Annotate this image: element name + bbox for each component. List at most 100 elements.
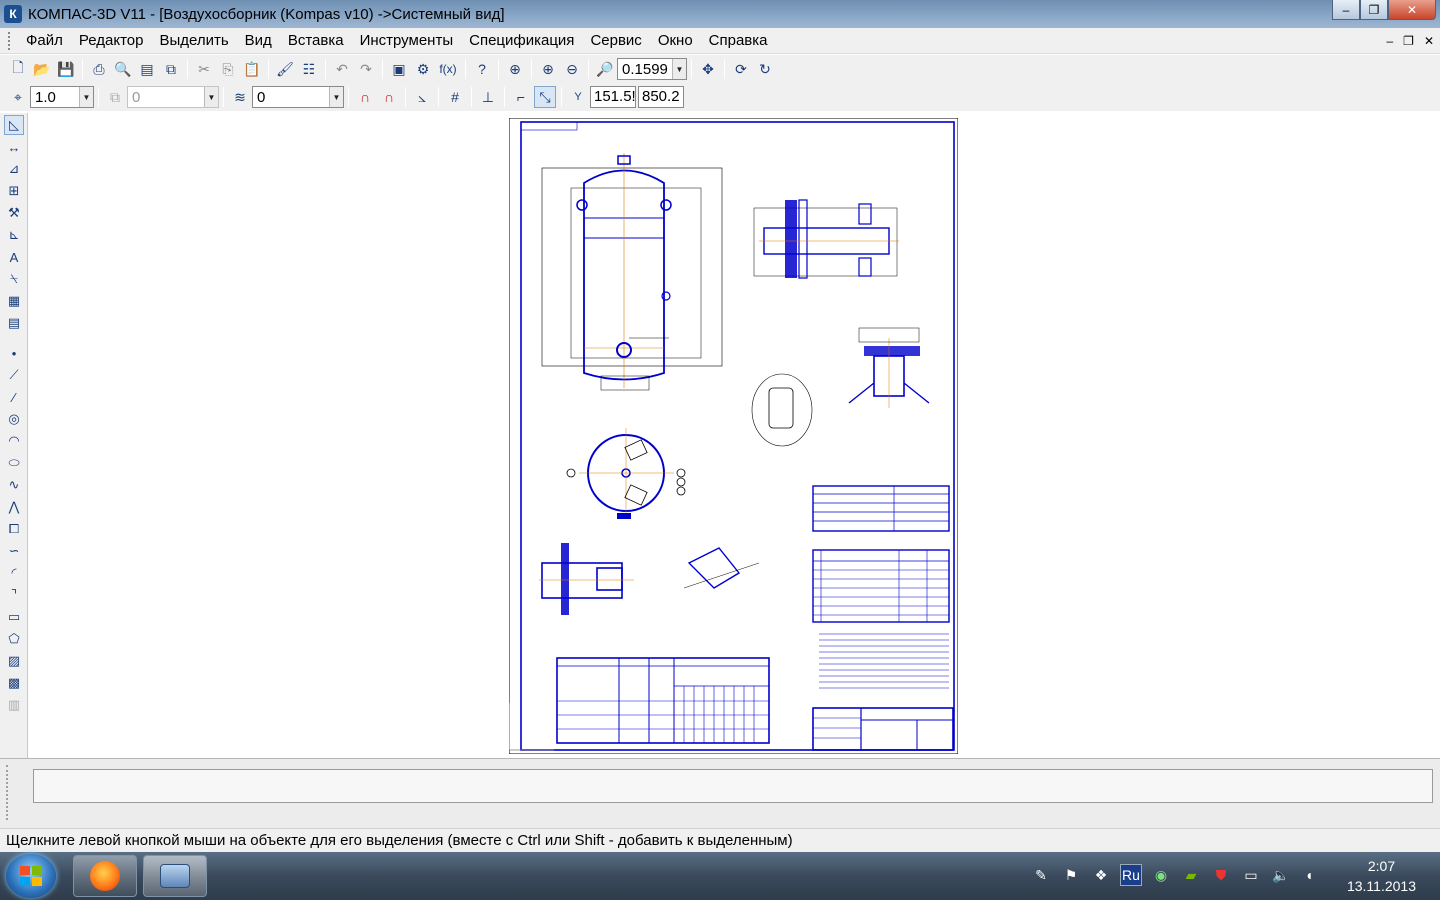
tray-pen-icon[interactable]: ✎ xyxy=(1030,864,1052,886)
collect-contour-icon[interactable]: ▥ xyxy=(4,695,24,715)
new-document-icon[interactable]: 🗋 xyxy=(7,58,29,80)
undo-icon[interactable]: ↶ xyxy=(331,58,353,80)
menu-file[interactable]: Файл xyxy=(18,32,71,49)
help-pointer-icon[interactable]: ? xyxy=(471,58,493,80)
manager-icon[interactable]: ▣ xyxy=(388,58,410,80)
export-icon[interactable]: ⧉ xyxy=(160,58,182,80)
chamfer-icon[interactable]: ⌝ xyxy=(4,585,24,605)
tray-network-icon[interactable]: ⚑ xyxy=(1060,864,1082,886)
edit-icon[interactable]: ⊞ xyxy=(4,181,24,201)
parametrization-icon[interactable]: ⚒ xyxy=(4,203,24,223)
close-button[interactable]: ✕ xyxy=(1388,0,1436,20)
select-icon[interactable]: A xyxy=(4,247,24,267)
drawing-canvas[interactable] xyxy=(29,113,1440,758)
step-combo[interactable]: 1.0 ▼ xyxy=(30,86,94,108)
hatch-icon[interactable]: ▨ xyxy=(4,651,24,671)
property-panel-field[interactable] xyxy=(33,769,1433,803)
auxiliary-line-icon[interactable]: ⟋ xyxy=(4,365,24,385)
local-snap-icon[interactable]: ∩ xyxy=(378,86,400,108)
cursor-step-icon[interactable]: ⌖ xyxy=(7,86,29,108)
menu-insert[interactable]: Вставка xyxy=(280,32,352,49)
menu-service[interactable]: Сервис xyxy=(582,32,649,49)
copy-icon[interactable]: ⎘ xyxy=(217,58,239,80)
preview-icon[interactable]: ▤ xyxy=(136,58,158,80)
menu-edit[interactable]: Редактор xyxy=(71,32,152,49)
tray-nvidia-icon[interactable]: ▰ xyxy=(1180,864,1202,886)
specification-icon[interactable]: ▦ xyxy=(4,291,24,311)
zoom-combo[interactable]: 0.1599 ▼ xyxy=(617,58,687,80)
chevron-down-icon[interactable]: ▼ xyxy=(79,87,93,107)
minimize-button[interactable]: – xyxy=(1332,0,1360,20)
tray-monitor-icon[interactable]: ▭ xyxy=(1240,864,1262,886)
symbols-icon[interactable]: ⊿ xyxy=(4,159,24,179)
maximize-button[interactable]: ❐ xyxy=(1360,0,1388,20)
dimensions-icon[interactable]: ↔ xyxy=(4,137,24,157)
pan-icon[interactable]: ✥ xyxy=(697,58,719,80)
menu-view[interactable]: Вид xyxy=(237,32,280,49)
cut-icon[interactable]: ✂ xyxy=(193,58,215,80)
open-folder-icon[interactable]: 📂 xyxy=(31,58,53,80)
doc-close-button[interactable]: ✕ xyxy=(1424,34,1434,48)
clock[interactable]: 2:07 13.11.2013 xyxy=(1347,856,1416,896)
bezier-icon[interactable]: ∽ xyxy=(4,541,24,561)
zoom-window-icon[interactable]: ⊕ xyxy=(504,58,526,80)
polygon-icon[interactable]: ⬠ xyxy=(4,629,24,649)
arc-icon[interactable]: ◠ xyxy=(4,431,24,451)
menu-help[interactable]: Справка xyxy=(701,32,776,49)
point-icon[interactable]: • xyxy=(4,343,24,363)
layers-icon[interactable]: ≋ xyxy=(229,86,251,108)
tray-update-icon[interactable]: ❖ xyxy=(1090,864,1112,886)
taskbar-kompas[interactable] xyxy=(143,855,207,897)
tray-volume-icon[interactable]: 🔈 xyxy=(1270,864,1292,886)
print-icon[interactable]: ⎙ xyxy=(88,58,110,80)
x-coordinate-field[interactable]: 151.5! xyxy=(590,86,636,108)
panel-grip[interactable] xyxy=(6,765,26,820)
menu-select[interactable]: Выделить xyxy=(151,32,236,49)
menu-grip[interactable] xyxy=(8,31,14,50)
save-icon[interactable]: 💾 xyxy=(55,58,77,80)
associative-view-icon[interactable]: ⍀ xyxy=(4,269,24,289)
redo-icon[interactable]: ↷ xyxy=(355,58,377,80)
fill-icon[interactable]: ▩ xyxy=(4,673,24,693)
library-icon[interactable]: ⚙ xyxy=(412,58,434,80)
print-preview-icon[interactable]: 🔍 xyxy=(112,58,134,80)
layer-combo[interactable]: 0 ▼ xyxy=(252,86,344,108)
segment-icon[interactable]: ⁄ xyxy=(4,387,24,407)
snap-magnet-icon[interactable]: ∩ xyxy=(354,86,376,108)
variables-icon[interactable]: f(x) xyxy=(436,58,460,80)
round-coords-icon[interactable]: ⤡ xyxy=(534,86,556,108)
menu-tools[interactable]: Инструменты xyxy=(352,32,462,49)
spline-icon[interactable]: ∿ xyxy=(4,475,24,495)
kompas-app-icon[interactable]: К xyxy=(4,5,22,23)
geometry-icon[interactable]: ◺ xyxy=(4,115,24,135)
chevron-down-icon[interactable]: ▼ xyxy=(329,87,343,107)
menu-window[interactable]: Окно xyxy=(650,32,701,49)
circle-icon[interactable]: ◎ xyxy=(4,409,24,429)
zoom-in-icon[interactable]: ⊕ xyxy=(537,58,559,80)
zoom-out-icon[interactable]: ⊖ xyxy=(561,58,583,80)
doc-restore-button[interactable]: ❐ xyxy=(1403,34,1414,48)
ellipse-icon[interactable]: ⬭ xyxy=(4,453,24,473)
tray-gpu-icon[interactable]: ◉ xyxy=(1150,864,1172,886)
report-icon[interactable]: ▤ xyxy=(4,313,24,333)
redraw-icon[interactable]: ⟳ xyxy=(730,58,752,80)
y-coordinate-field[interactable]: 850.2 xyxy=(638,86,684,108)
rectangle-icon[interactable]: ▭ xyxy=(4,607,24,627)
tray-speaker-icon[interactable]: ◖ xyxy=(1298,864,1320,886)
grid-icon[interactable]: # xyxy=(444,86,466,108)
tray-shield-icon[interactable]: ⛊ xyxy=(1210,864,1232,886)
ortho-icon[interactable]: ⦣ xyxy=(411,86,433,108)
contour-icon[interactable]: ⧠ xyxy=(4,519,24,539)
orthogonal-mode-icon[interactable]: ⌐ xyxy=(510,86,532,108)
local-cs-icon[interactable]: ⊥ xyxy=(477,86,499,108)
taskbar-firefox[interactable] xyxy=(73,855,137,897)
zoom-scale-icon[interactable]: 🔎 xyxy=(594,58,616,80)
measure-icon[interactable]: ⊾ xyxy=(4,225,24,245)
start-button[interactable] xyxy=(6,854,56,898)
polyline-icon[interactable]: ⋀ xyxy=(4,497,24,517)
refresh-icon[interactable]: ↻ xyxy=(754,58,776,80)
format-painter-icon[interactable]: 🖌 xyxy=(274,58,296,80)
paste-icon[interactable]: 📋 xyxy=(241,58,263,80)
properties-icon[interactable]: ☷ xyxy=(298,58,320,80)
chevron-down-icon[interactable]: ▼ xyxy=(672,59,686,79)
